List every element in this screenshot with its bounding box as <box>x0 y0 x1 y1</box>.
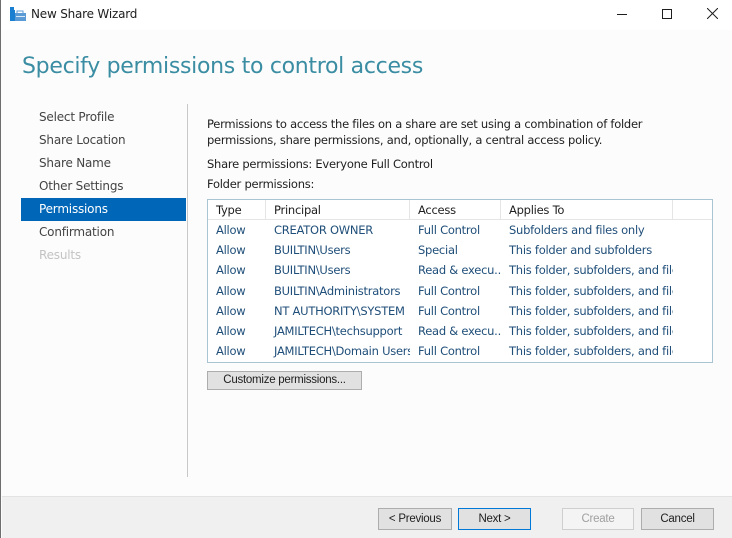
folder-permissions-label: Folder permissions: <box>207 177 315 191</box>
cell-type: Allow <box>216 323 246 338</box>
table-body: Allow CREATOR OWNER Full Control Subfolders… <box>208 220 712 361</box>
content-pane: Permissions to access the files on a sha… <box>207 116 713 191</box>
column-header-access[interactable]: Access <box>410 200 501 219</box>
cancel-button[interactable]: Cancel <box>641 508 714 530</box>
minimize-icon <box>617 8 627 22</box>
nav-item-permissions[interactable]: Permissions <box>21 198 186 221</box>
cell-access: Full Control <box>418 223 480 237</box>
nav-item-share-name[interactable]: Share Name <box>21 152 186 175</box>
share-wizard-app-icon <box>10 7 26 21</box>
table-header: Type Principal Access Applies To <box>208 200 712 220</box>
nav-divider <box>187 104 188 477</box>
cell-access: Read & execu... <box>418 263 501 278</box>
nav-item-results: Results <box>39 248 81 262</box>
cell-applies-to: Subfolders and files only <box>509 223 645 237</box>
table-row[interactable]: Allow JAMILTECH\techsupport Read & execu..… <box>208 321 712 341</box>
wizard-window: New Share Wizard Specify permissions to … <box>0 0 732 538</box>
cell-principal: BUILTIN\Users <box>274 243 351 258</box>
cell-type: Allow <box>216 223 246 237</box>
next-button[interactable]: Next > <box>458 508 531 530</box>
page-title: Specify permissions to control access <box>22 54 424 79</box>
column-header-type[interactable]: Type <box>208 200 266 219</box>
maximize-icon <box>662 8 672 22</box>
share-permissions-text: Share permissions: Everyone Full Control <box>207 157 433 171</box>
close-icon <box>706 7 718 22</box>
cell-principal: NT AUTHORITY\SYSTEM <box>274 303 405 318</box>
cell-access: Full Control <box>418 283 480 298</box>
table-row[interactable]: Allow BUILTIN\Users Special This folder and… <box>208 240 712 260</box>
previous-button[interactable]: < Previous <box>378 508 452 530</box>
cell-type: Allow <box>216 283 246 298</box>
column-header-applies-to[interactable]: Applies To <box>501 200 673 219</box>
cell-principal: BUILTIN\Users <box>274 263 351 278</box>
nav-item-confirmation[interactable]: Confirmation <box>21 221 186 244</box>
cell-access: Special <box>418 243 458 258</box>
column-header-principal[interactable]: Principal <box>266 200 410 219</box>
nav-item-share-location[interactable]: Share Location <box>21 129 186 152</box>
cell-principal: JAMILTECH\techsupport <box>274 323 403 338</box>
cell-type: Allow <box>216 243 246 258</box>
table-row[interactable]: Allow BUILTIN\Users Read & execu... This fo… <box>208 260 712 280</box>
wizard-footer: < Previous Next > Create Cancel <box>2 496 732 538</box>
table-row[interactable]: Allow CREATOR OWNER Full Control Subfolders… <box>208 220 712 240</box>
cell-principal: BUILTIN\Administrators <box>274 283 401 298</box>
cell-applies-to: This folder, subfolders, and files <box>509 323 673 338</box>
table-row[interactable]: Allow JAMILTECH\Domain Users Full Control T… <box>208 341 712 361</box>
cell-principal: CREATOR OWNER <box>274 223 374 237</box>
cell-principal: JAMILTECH\Domain Users <box>274 344 410 359</box>
cell-applies-to: This folder and subfolders <box>509 243 652 258</box>
column-header-filler <box>673 200 712 219</box>
customize-permissions-button[interactable]: Customize permissions... <box>207 371 362 390</box>
window-title: New Share Wizard <box>31 7 138 21</box>
folder-permissions-table[interactable]: Type Principal Access Applies To Allow CR… <box>207 199 713 363</box>
cell-access: Full Control <box>418 303 480 318</box>
maximize-button[interactable] <box>644 0 690 30</box>
table-row[interactable]: Allow BUILTIN\Administrators Full Control T… <box>208 281 712 301</box>
cell-applies-to: This folder, subfolders, and files <box>509 344 673 359</box>
cell-applies-to: This folder, subfolders, and files <box>509 263 673 278</box>
create-button: Create <box>562 508 634 530</box>
close-button[interactable] <box>689 0 732 30</box>
table-row[interactable]: Allow NT AUTHORITY\SYSTEM Full Control This… <box>208 301 712 321</box>
nav-item-select-profile[interactable]: Select Profile <box>21 106 186 129</box>
permissions-description: Permissions to access the files on a sha… <box>207 117 643 147</box>
cell-applies-to: This folder, subfolders, and files <box>509 283 673 298</box>
cell-access: Full Control <box>418 344 480 359</box>
cell-applies-to: This folder, subfolders, and files <box>509 303 673 318</box>
cell-access: Read & execu... <box>418 323 501 338</box>
cell-type: Allow <box>216 303 246 318</box>
cell-type: Allow <box>216 263 246 278</box>
title-bar: New Share Wizard <box>1 0 732 30</box>
minimize-button[interactable] <box>599 0 645 30</box>
cell-type: Allow <box>216 344 246 359</box>
nav-item-other-settings[interactable]: Other Settings <box>21 175 186 198</box>
wizard-step-nav: Select Profile Share Location Share Name… <box>21 106 186 267</box>
